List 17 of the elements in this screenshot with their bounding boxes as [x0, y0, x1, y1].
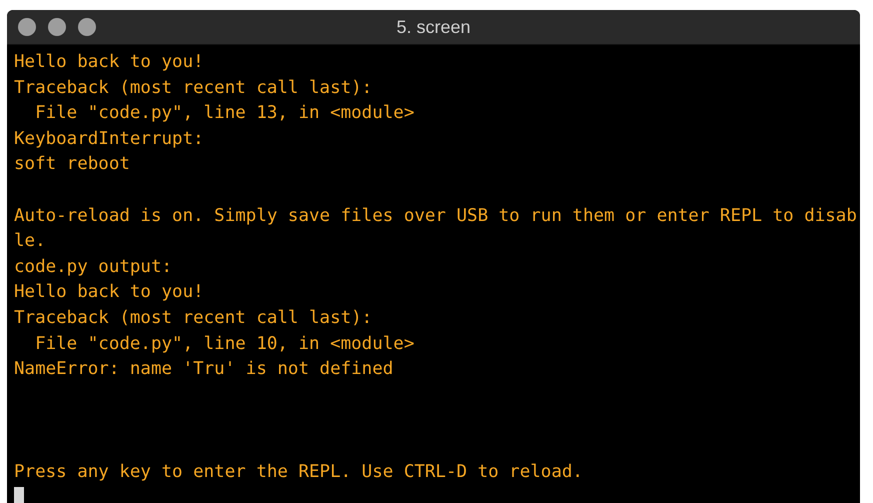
- terminal-line: File "code.py", line 13, in <module>: [34, 103, 414, 124]
- terminal-line: Hello back to you!: [14, 52, 204, 72]
- window-title: 5. screen: [396, 16, 471, 38]
- terminal-line: File "code.py", line 10, in <module>: [34, 334, 414, 354]
- minimize-button[interactable]: [48, 18, 66, 36]
- terminal-line: Auto-reload is on. Simply save files over USB to run them or enter REPL to disab: [14, 206, 857, 226]
- terminal-line: NameError: name 'Tru' is not defined: [14, 359, 394, 380]
- terminal-line: code.py output:: [14, 256, 172, 277]
- terminal-line: Traceback (most recent call last):: [14, 308, 372, 328]
- terminal-line: soft reboot: [14, 154, 130, 174]
- terminal-line: Press any key to enter the REPL. Use CTRL-D to reload.: [14, 462, 583, 482]
- terminal-line: KeyboardInterrupt:: [14, 128, 204, 149]
- terminal-line: Hello back to you!: [14, 282, 204, 302]
- terminal-line: Traceback (most recent call last):: [14, 78, 372, 98]
- close-button[interactable]: [18, 18, 36, 36]
- terminal-line: le.: [14, 231, 46, 252]
- zoom-button[interactable]: [78, 18, 96, 36]
